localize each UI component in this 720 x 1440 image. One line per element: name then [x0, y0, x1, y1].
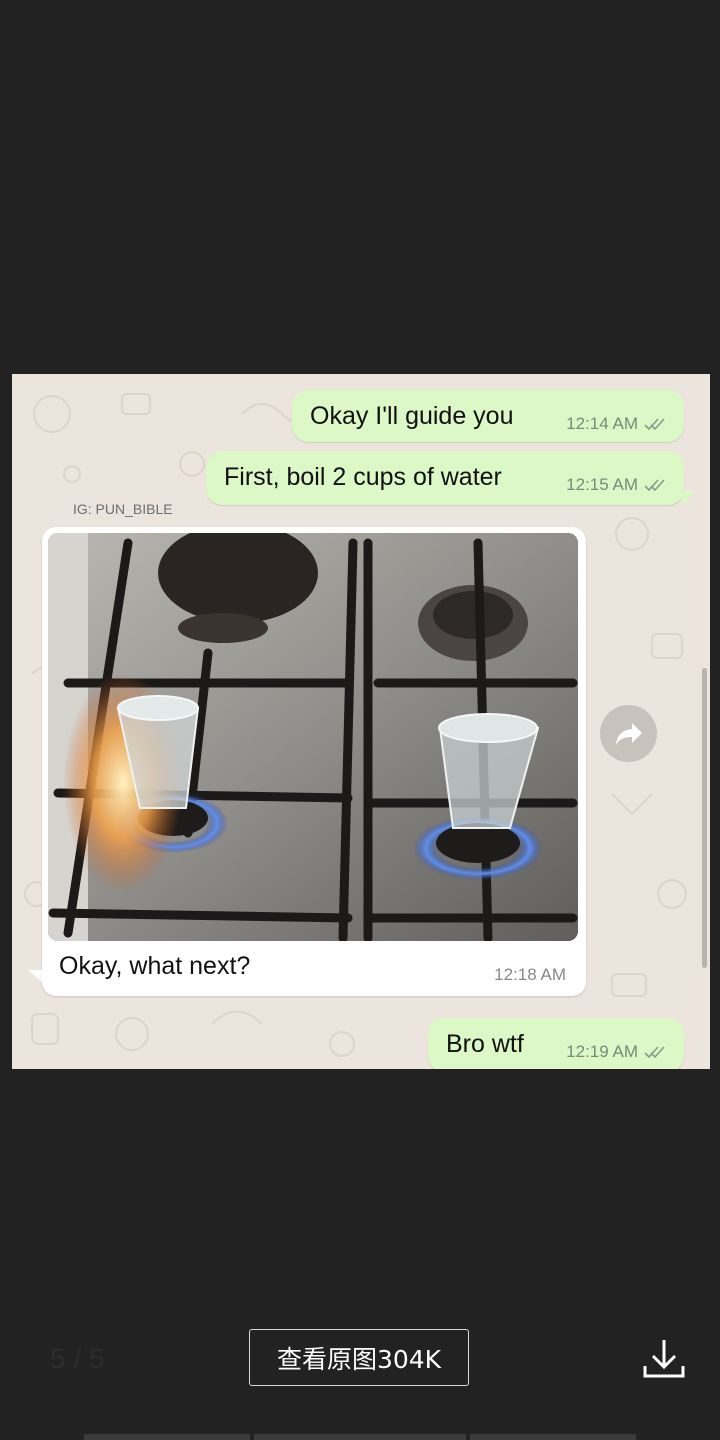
double-check-icon [644, 418, 665, 431]
page-indicator-segment [84, 1434, 250, 1440]
message-meta: 12:14 AM [566, 414, 666, 434]
double-check-icon [644, 479, 665, 492]
forward-button[interactable] [600, 705, 657, 762]
stove-illustration [48, 533, 578, 941]
page-indicator-segment [254, 1434, 466, 1440]
outgoing-message-2[interactable]: First, boil 2 cups of water 12:15 AM [206, 451, 684, 505]
message-time: 12:19 AM [566, 1042, 638, 1061]
message-time: 12:14 AM [566, 414, 638, 433]
outgoing-message-4[interactable]: Bro wtf 12:19 AM [428, 1018, 684, 1069]
outgoing-message-1[interactable]: Okay I'll guide you 12:14 AM [292, 390, 684, 442]
watermark: IG: PUN_BIBLE [73, 501, 173, 517]
message-meta: 12:15 AM [566, 475, 666, 495]
incoming-image-message[interactable]: Okay, what next? 12:18 AM [42, 527, 586, 996]
bubble-tail [682, 491, 696, 505]
double-check-icon [644, 1046, 665, 1059]
message-text: Bro wtf [446, 1030, 524, 1058]
message-time: 12:18 AM [494, 965, 566, 984]
download-icon [643, 1340, 685, 1378]
scrollbar[interactable] [702, 668, 707, 968]
message-text: Okay I'll guide you [310, 402, 514, 430]
image-counter: 5 / 5 [50, 1343, 105, 1374]
message-meta: 12:19 AM [566, 1042, 666, 1062]
download-button[interactable] [640, 1336, 688, 1382]
stove-photo[interactable] [48, 533, 578, 941]
message-time: 12:15 AM [566, 475, 638, 494]
chat-screenshot: Okay I'll guide you 12:14 AM First, boil… [12, 374, 710, 1069]
forward-icon [615, 722, 642, 745]
message-text: First, boil 2 cups of water [224, 463, 502, 491]
message-text: Okay, what next? [59, 952, 251, 980]
page-indicator-segment [470, 1434, 636, 1440]
view-original-button[interactable]: 查看原图304K [249, 1329, 469, 1386]
